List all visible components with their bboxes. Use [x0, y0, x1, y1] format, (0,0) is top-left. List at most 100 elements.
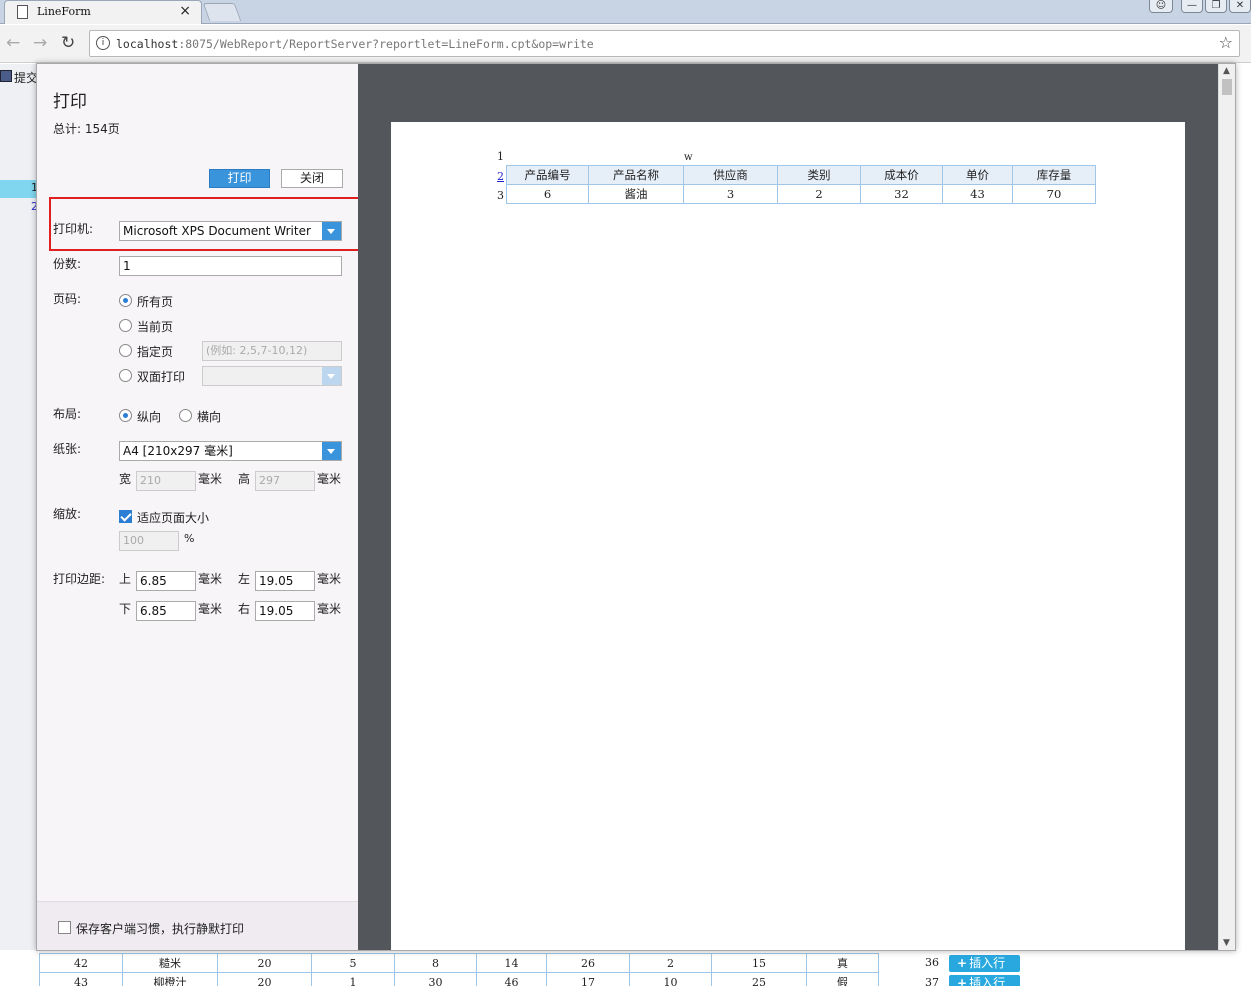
scroll-down-icon[interactable]: ▼: [1223, 938, 1230, 948]
print-preview: 1 2 3 w 产品编号 产品名称 供应商 类别 成本价 单价 库存量 6 酱油…: [358, 64, 1235, 950]
table-cell[interactable]: 真: [806, 953, 879, 973]
print-button[interactable]: 打印: [209, 169, 270, 188]
specified-pages-label[interactable]: 指定页: [137, 343, 173, 360]
save-habit-checkbox[interactable]: [58, 921, 71, 934]
insert-row-label: 插入行: [969, 976, 1006, 986]
column-header: 类别: [777, 165, 861, 185]
table-cell[interactable]: 5: [311, 953, 395, 973]
page-icon: [17, 5, 28, 19]
table-cell[interactable]: 10: [629, 972, 712, 986]
submit-label[interactable]: 提交: [14, 69, 38, 86]
table-cell[interactable]: 25: [711, 972, 807, 986]
new-tab-button[interactable]: [202, 3, 242, 21]
paper-width-input[interactable]: 210: [136, 471, 196, 491]
margin-left-input[interactable]: 19.05: [255, 571, 315, 591]
table-cell[interactable]: 17: [546, 972, 630, 986]
table-cell[interactable]: 46: [476, 972, 547, 986]
browser-tab-bar: LineForm × ☺ — ❐ ✕: [0, 0, 1251, 24]
table-cell[interactable]: 2: [629, 953, 712, 973]
table-cell[interactable]: 20: [217, 972, 312, 986]
margin-top-unit: 毫米: [198, 572, 223, 586]
save-habit-label[interactable]: 保存客户端习惯，执行静默打印: [76, 920, 244, 937]
insert-row-button[interactable]: + 插入行: [949, 955, 1020, 972]
close-button[interactable]: 关闭: [281, 169, 343, 188]
radio-landscape[interactable]: [179, 409, 192, 422]
table-cell: 6: [506, 184, 589, 204]
chevron-down-icon[interactable]: [322, 442, 341, 460]
user-icon[interactable]: ☺: [1149, 0, 1173, 13]
insert-row-button[interactable]: + 插入行: [949, 975, 1020, 986]
table-cell[interactable]: 15: [711, 953, 807, 973]
close-tab-icon[interactable]: ×: [179, 3, 191, 19]
table-cell[interactable]: 假: [806, 972, 879, 986]
browser-tab[interactable]: LineForm ×: [4, 0, 202, 24]
url-field[interactable]: i localhost:8075/WebReport/ReportServer?…: [89, 30, 1240, 57]
duplex-label[interactable]: 双面打印: [137, 368, 185, 385]
radio-specified-pages[interactable]: [119, 344, 132, 357]
table-cell[interactable]: 43: [39, 972, 123, 986]
table-cell[interactable]: 8: [394, 953, 477, 973]
table-cell[interactable]: 20: [217, 953, 312, 973]
table-cell[interactable]: 14: [476, 953, 547, 973]
copies-label: 份数:: [53, 257, 82, 271]
forward-icon[interactable]: →: [33, 33, 47, 53]
radio-current-page[interactable]: [119, 319, 132, 332]
portrait-label[interactable]: 纵向: [137, 408, 161, 425]
chevron-down-icon[interactable]: [322, 367, 341, 385]
column-header: 产品编号: [506, 165, 589, 185]
preview-row-number: 1: [497, 150, 504, 163]
report-toolbar: 提交: [0, 64, 40, 88]
preview-scrollbar[interactable]: ▲ ▼: [1218, 64, 1235, 950]
paper-height-input[interactable]: 297: [255, 471, 315, 491]
report-row-header: [0, 88, 40, 950]
background-data-table: 42 糙米 20 5 8 14 26 2 15 真 43 柳橙汁 20 1 30…: [39, 953, 879, 986]
specified-pages-input[interactable]: (例如: 2,5,7-10,12): [202, 341, 342, 361]
margin-right-input[interactable]: 19.05: [255, 601, 315, 621]
margin-label: 打印边距:: [53, 572, 106, 586]
margin-bottom-input[interactable]: 6.85: [136, 601, 196, 621]
submit-icon[interactable]: [0, 70, 12, 82]
duplex-select[interactable]: [202, 366, 342, 386]
fit-page-checkbox[interactable]: [119, 510, 132, 523]
table-cell[interactable]: 1: [311, 972, 395, 986]
scale-label: 缩放:: [53, 507, 82, 521]
column-header: 库存量: [1012, 165, 1096, 185]
radio-portrait[interactable]: [119, 409, 132, 422]
radio-duplex[interactable]: [119, 369, 132, 382]
current-page-label[interactable]: 当前页: [137, 318, 173, 335]
chevron-down-icon[interactable]: [322, 222, 341, 240]
bookmark-star-icon[interactable]: ☆: [1219, 33, 1233, 52]
plus-icon: +: [957, 976, 968, 986]
row-index: 37: [925, 976, 939, 986]
back-icon[interactable]: ←: [6, 33, 20, 53]
scale-input[interactable]: 100: [119, 531, 179, 551]
landscape-label[interactable]: 横向: [197, 408, 221, 425]
column-header: 产品名称: [588, 165, 684, 185]
scroll-up-icon[interactable]: ▲: [1223, 66, 1230, 76]
table-cell[interactable]: 26: [546, 953, 630, 973]
pages-label: 页码:: [53, 292, 82, 306]
radio-all-pages[interactable]: [119, 294, 132, 307]
column-header: 供应商: [683, 165, 778, 185]
preview-cell-w: w: [684, 152, 693, 163]
copies-input[interactable]: 1: [119, 256, 342, 276]
paper-value: A4 [210x297 毫米]: [123, 444, 233, 458]
restore-button[interactable]: ❐: [1205, 0, 1227, 13]
preview-row-number[interactable]: 2: [497, 170, 504, 183]
total-pages: 总计: 154页: [53, 122, 120, 136]
margin-top-input[interactable]: 6.85: [136, 571, 196, 591]
reload-icon[interactable]: ↻: [61, 33, 75, 53]
info-icon[interactable]: i: [96, 36, 110, 50]
table-cell[interactable]: 糙米: [122, 953, 218, 973]
table-cell[interactable]: 42: [39, 953, 123, 973]
minimize-button[interactable]: —: [1181, 0, 1203, 13]
close-window-button[interactable]: ✕: [1229, 0, 1251, 13]
fit-page-label[interactable]: 适应页面大小: [137, 509, 209, 526]
table-cell[interactable]: 30: [394, 972, 477, 986]
scroll-thumb[interactable]: [1222, 79, 1232, 95]
all-pages-label[interactable]: 所有页: [137, 293, 173, 310]
table-cell[interactable]: 柳橙汁: [122, 972, 218, 986]
paper-select[interactable]: A4 [210x297 毫米]: [119, 441, 342, 461]
column-header: 单价: [942, 165, 1013, 185]
printer-select[interactable]: Microsoft XPS Document Writer: [119, 221, 342, 241]
